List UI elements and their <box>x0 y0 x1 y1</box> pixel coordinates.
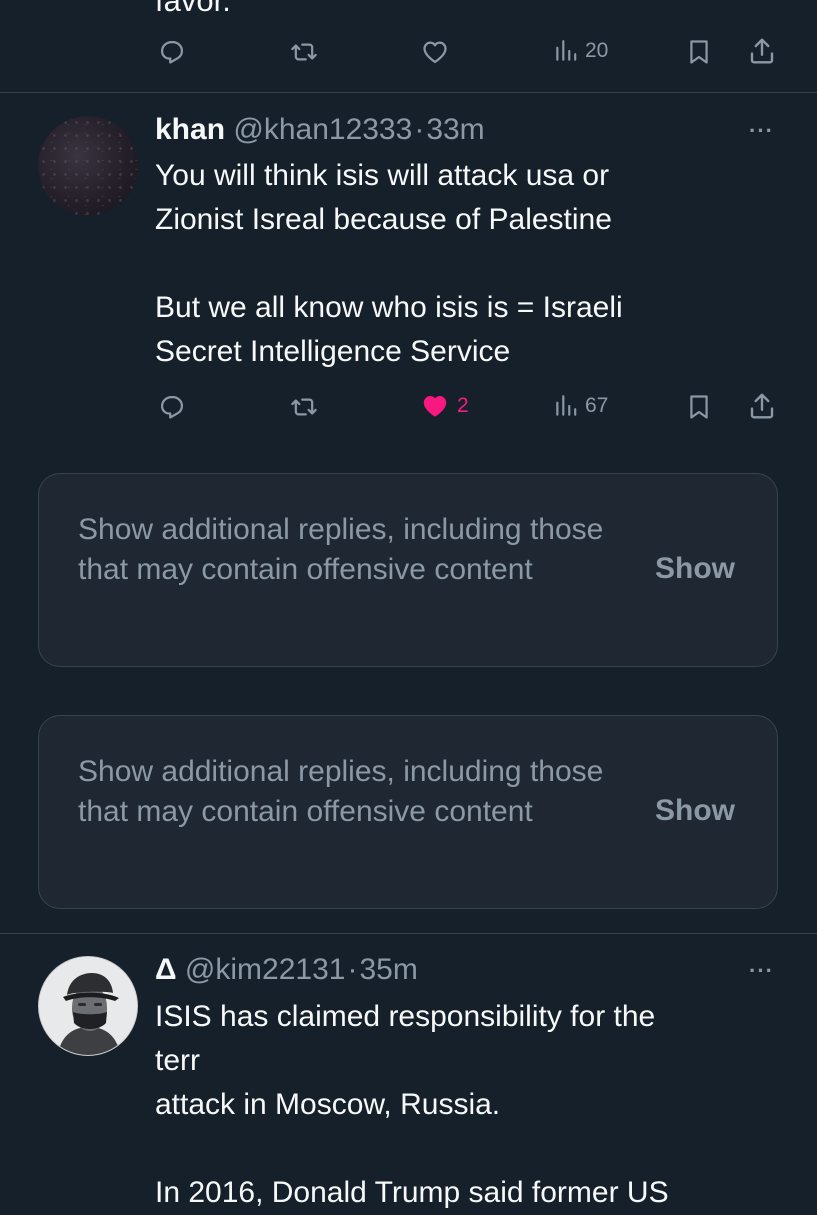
tweet-header: khan @khan12333·33m <box>155 112 485 148</box>
tweet-text: ISIS has claimed responsibility for the … <box>155 1000 669 1209</box>
additional-replies-notice[interactable]: Show additional replies, including those… <box>38 715 778 909</box>
separator: · <box>347 953 358 986</box>
reply-button[interactable] <box>157 38 187 66</box>
handle[interactable]: @khan12333 <box>233 113 412 146</box>
views-count: 67 <box>585 394 609 417</box>
bookmark-icon <box>685 37 713 67</box>
share-icon <box>747 36 777 66</box>
previous-tweet-text: favor. <box>155 0 231 18</box>
reply-icon <box>157 393 187 421</box>
bookmark-icon <box>685 392 713 422</box>
like-button[interactable] <box>419 38 451 66</box>
timestamp[interactable]: 35m <box>359 953 417 986</box>
reply-button[interactable] <box>157 393 187 421</box>
notice-message: Show additional replies, including those… <box>78 513 604 586</box>
display-name[interactable]: Δ <box>155 953 177 986</box>
like-icon-filled <box>419 392 451 420</box>
views-icon <box>553 37 579 65</box>
avatar-photo <box>39 957 137 1055</box>
like-count: 2 <box>457 394 469 417</box>
reply-icon <box>157 38 187 66</box>
views-icon <box>553 392 579 420</box>
avatar[interactable] <box>38 116 138 216</box>
show-replies-button[interactable]: Show <box>655 794 735 828</box>
avatar[interactable] <box>38 956 138 1056</box>
bookmark-button[interactable] <box>685 37 713 67</box>
like-icon <box>419 38 451 66</box>
like-button[interactable]: 2 <box>419 392 469 420</box>
bookmark-button[interactable] <box>685 392 713 422</box>
retweet-button[interactable] <box>287 393 321 421</box>
tweet-header: Δ @kim22131·35m <box>155 952 418 988</box>
additional-replies-notice[interactable]: Show additional replies, including those… <box>38 473 778 667</box>
divider <box>0 92 817 93</box>
views-button[interactable]: 67 <box>553 392 608 420</box>
show-replies-button[interactable]: Show <box>655 552 735 586</box>
more-icon[interactable]: ··· <box>749 958 774 984</box>
tweet-text: You will think isis will attack usa or Z… <box>155 159 623 368</box>
notice-message: Show additional replies, including those… <box>78 755 604 828</box>
share-icon <box>747 391 777 421</box>
views-count: 20 <box>585 39 609 62</box>
share-button[interactable] <box>747 36 777 66</box>
timestamp[interactable]: 33m <box>426 113 484 146</box>
retweet-icon <box>287 38 321 66</box>
separator: · <box>414 113 425 146</box>
display-name[interactable]: khan <box>155 113 225 146</box>
views-button[interactable]: 20 <box>553 37 608 65</box>
retweet-button[interactable] <box>287 38 321 66</box>
retweet-icon <box>287 393 321 421</box>
more-icon[interactable]: ··· <box>749 118 774 144</box>
share-button[interactable] <box>747 391 777 421</box>
divider <box>0 933 817 934</box>
handle[interactable]: @kim22131 <box>185 953 346 986</box>
